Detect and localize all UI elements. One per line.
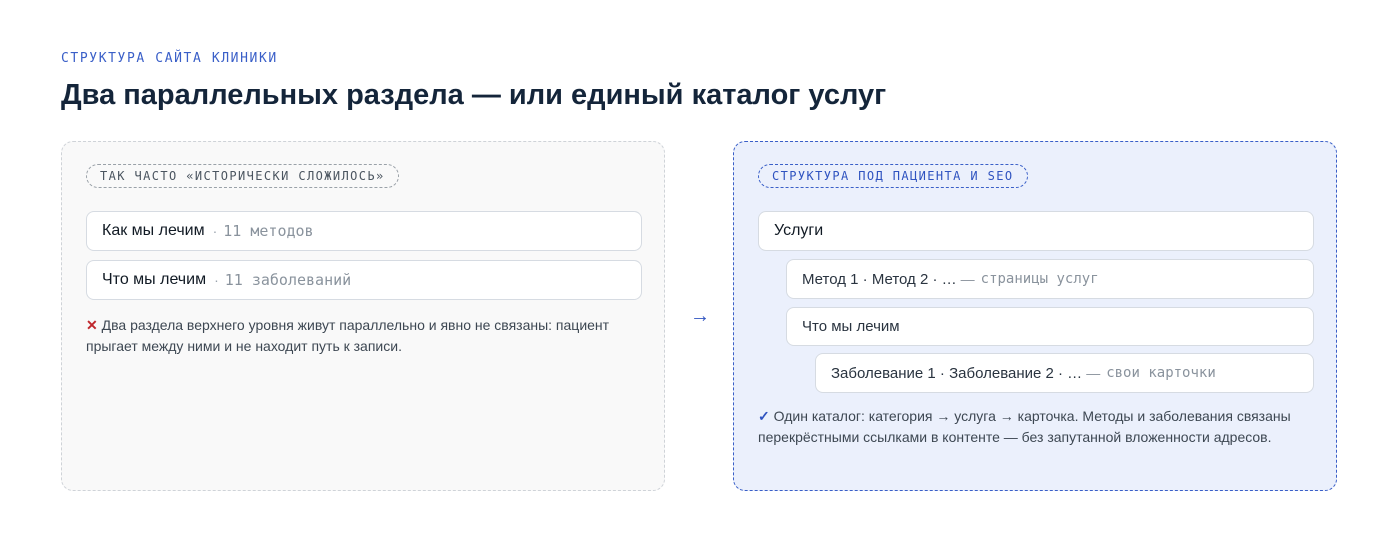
row-label: Как мы лечим — [102, 222, 205, 239]
panel-right-chip: СТРУКТУРА ПОД ПАЦИЕНТА И SEO — [758, 164, 1028, 188]
row-label: Что мы лечим — [802, 318, 900, 335]
row-label: Метод 1 · Метод 2 · … — [802, 270, 957, 288]
arrow-right-icon: → — [690, 305, 710, 327]
check-icon: ✓ — [758, 408, 770, 424]
row-separator: · — [214, 272, 219, 288]
catalog-row-methods: Метод 1 · Метод 2 · … — страницы услуг — [786, 259, 1314, 299]
catalog-row-what-we-treat: Что мы лечим — [786, 307, 1314, 346]
section-row-what-we-treat: Что мы лечим · 11 заболеваний — [86, 260, 642, 300]
page-title: Два параллельных раздела — или единый ка… — [61, 79, 887, 111]
section-eyebrow: СТРУКТУРА САЙТА КЛИНИКИ — [61, 51, 278, 66]
row-label: Что мы лечим — [102, 271, 207, 288]
row-dash: — — [1086, 365, 1101, 381]
solution-note-text: Один каталог: категория → услуга → карто… — [758, 408, 1291, 445]
row-meta: свои карточки — [1106, 365, 1216, 381]
solution-note: ✓ Один каталог: категория → услуга → кар… — [758, 406, 1303, 448]
row-meta: страницы услуг — [980, 271, 1099, 287]
cross-icon: ✕ — [86, 317, 98, 333]
row-separator: · — [212, 223, 218, 239]
row-label: Заболевание 1 · Заболевание 2 · … — [831, 364, 1083, 382]
problem-note-text: Два раздела верхнего уровня живут паралл… — [86, 317, 610, 354]
panel-current-structure: ТАК ЧАСТО «ИСТОРИЧЕСКИ СЛОЖИЛОСЬ» Как мы… — [61, 141, 665, 491]
problem-note: ✕ Два раздела верхнего уровня живут пара… — [86, 315, 646, 357]
row-count: 11 методов — [223, 222, 314, 240]
row-label: Услуги — [774, 222, 824, 239]
section-row-how-we-treat: Как мы лечим · 11 методов — [86, 211, 642, 251]
row-dash: — — [960, 271, 975, 287]
catalog-row-services: Услуги — [758, 211, 1314, 251]
panel-left-chip: ТАК ЧАСТО «ИСТОРИЧЕСКИ СЛОЖИЛОСЬ» — [86, 164, 399, 188]
row-count: 11 заболеваний — [224, 271, 352, 289]
panel-proposed-structure: СТРУКТУРА ПОД ПАЦИЕНТА И SEO Услуги Мето… — [733, 141, 1337, 491]
catalog-row-diseases: Заболевание 1 · Заболевание 2 · … — свои… — [815, 353, 1314, 393]
